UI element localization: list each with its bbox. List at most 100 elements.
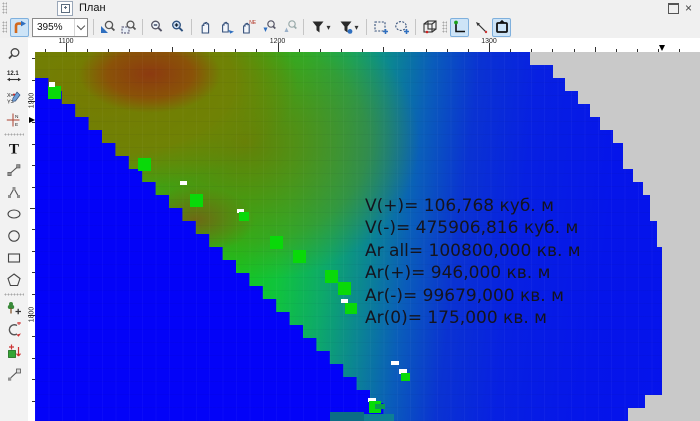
toolbar-grip[interactable] — [442, 21, 447, 33]
zoom-mode-icon — [12, 19, 28, 35]
view-3d-icon — [422, 19, 438, 35]
window-icon — [61, 4, 70, 13]
raster-cell — [138, 158, 151, 171]
select-polygon-button[interactable] — [392, 18, 411, 37]
filter-add-button[interactable]: ▾ — [336, 18, 362, 37]
raster-cell — [270, 236, 283, 249]
raster-cell — [364, 414, 394, 421]
node-edit-icon — [6, 366, 22, 382]
pan-button[interactable] — [196, 18, 215, 37]
snap-corner-button[interactable] — [450, 18, 469, 37]
volume-annotation: V(+)= 106,768 куб. м V(-)= 475906,816 ку… — [365, 195, 581, 329]
zoom-to-selection-button[interactable] — [98, 18, 117, 37]
pan-drag-icon — [219, 19, 235, 35]
select-rectangle-button[interactable] — [371, 18, 390, 37]
zoom-decrease-button[interactable] — [259, 18, 278, 37]
coordinates-tool[interactable]: X= Y= — [3, 88, 25, 108]
raster-cell — [338, 282, 351, 295]
north-axes-tool[interactable]: N E — [3, 110, 25, 130]
zoom-level-value: 395% — [33, 22, 74, 33]
zoom-in-icon — [170, 19, 186, 35]
raster-cell — [375, 404, 385, 409]
measure-zoom-icon — [6, 46, 22, 62]
measure-zoom-tool[interactable] — [3, 44, 25, 64]
chevron-down-icon: ▾ — [326, 23, 330, 32]
pan-ne-button[interactable]: NE — [238, 18, 257, 37]
circle-tool[interactable] — [3, 226, 25, 246]
ellipse-icon — [6, 206, 22, 222]
toolbar-grip[interactable] — [2, 21, 7, 33]
text-tool-icon: T — [6, 140, 22, 156]
chevron-down-icon[interactable] — [74, 19, 87, 36]
select-rectangle-icon — [373, 19, 389, 35]
raster-cell — [239, 212, 249, 221]
zoom-window-button[interactable] — [119, 18, 138, 37]
zoom-mode-button[interactable] — [10, 18, 29, 37]
annotation-line: V(+)= 106,768 куб. м — [365, 195, 581, 217]
raster-cell — [293, 250, 306, 263]
map-viewport[interactable]: V(+)= 106,768 куб. м V(-)= 475906,816 ку… — [35, 52, 700, 421]
zoom-increase-button[interactable] — [280, 18, 299, 37]
zoom-increase-icon — [282, 19, 298, 35]
annotation-line: Ar(-)= 99679,000 кв. м — [365, 285, 581, 307]
svg-text:T: T — [9, 142, 19, 157]
svg-text:E: E — [15, 122, 18, 128]
tab-bar: План × — [0, 0, 700, 16]
annotation-line: Ar all= 100800,000 кв. м — [365, 240, 581, 262]
dimension-icon: 12.1 — [6, 68, 22, 84]
node-edit-tool[interactable] — [3, 364, 25, 384]
polyline-icon — [6, 162, 22, 178]
add-point-tool[interactable] — [3, 298, 25, 318]
pan-hand-icon — [198, 19, 214, 35]
zoom-level-combobox[interactable]: 395% — [32, 18, 88, 37]
capture-polygon-button[interactable] — [492, 18, 511, 37]
filter-button[interactable]: ▾ — [308, 18, 334, 37]
text-tool[interactable]: T — [3, 138, 25, 158]
annotation-line: Ar(+)= 946,000 кв. м — [365, 262, 581, 284]
zoom-out-button[interactable] — [147, 18, 166, 37]
ruler-corner — [28, 38, 35, 53]
ruler-label: 1100 — [58, 38, 73, 45]
pan-drag-button[interactable] — [217, 18, 236, 37]
zoom-in-button[interactable] — [168, 18, 187, 37]
chevron-down-icon: ▾ — [354, 23, 358, 32]
annotation-line: Ar(0)= 175,000 кв. м — [365, 307, 581, 329]
select-polygon-icon — [394, 19, 410, 35]
close-button[interactable]: × — [685, 3, 692, 13]
north-axes-icon: N E — [6, 112, 22, 128]
polyline-tool[interactable] — [3, 160, 25, 180]
view-3d-button[interactable] — [420, 18, 439, 37]
zoom-window-icon — [121, 19, 137, 35]
tools-separator — [4, 293, 24, 296]
separator — [142, 19, 143, 35]
rectangle-tool[interactable] — [3, 248, 25, 268]
raster-cell — [49, 82, 55, 87]
vertical-ruler: 19001800 — [28, 52, 35, 421]
tools-separator — [4, 133, 24, 136]
capture-polygon-icon — [494, 19, 510, 35]
polygon-tool[interactable] — [3, 182, 25, 202]
annotation-line: V(-)= 475906,816 куб. м — [365, 217, 581, 239]
slope-button[interactable] — [471, 18, 490, 37]
pentagon-tool[interactable] — [3, 270, 25, 290]
zoom-decrease-icon — [261, 19, 277, 35]
tab-float-button[interactable] — [57, 1, 73, 16]
ellipse-tool[interactable] — [3, 204, 25, 224]
raster-cell — [391, 361, 399, 365]
separator — [415, 19, 416, 35]
arc-tool[interactable] — [3, 320, 25, 340]
tabbar-grip[interactable] — [2, 2, 7, 14]
dimension-tool[interactable]: 12.1 — [3, 66, 25, 86]
svg-text:12.1: 12.1 — [7, 71, 19, 77]
pentagon-icon — [6, 272, 22, 288]
tab-title[interactable]: План — [79, 2, 106, 14]
zoom-out-icon — [149, 19, 165, 35]
horizontal-ruler: 110012001300 — [35, 38, 700, 53]
main-toolbar: 395% — [0, 16, 700, 39]
surface-tool[interactable] — [3, 342, 25, 362]
maximize-button[interactable] — [668, 3, 679, 14]
circle-icon — [6, 228, 22, 244]
separator — [191, 19, 192, 35]
svg-text:NE: NE — [249, 20, 256, 26]
elevation-raster: V(+)= 106,768 куб. м V(-)= 475906,816 ку… — [35, 52, 665, 421]
